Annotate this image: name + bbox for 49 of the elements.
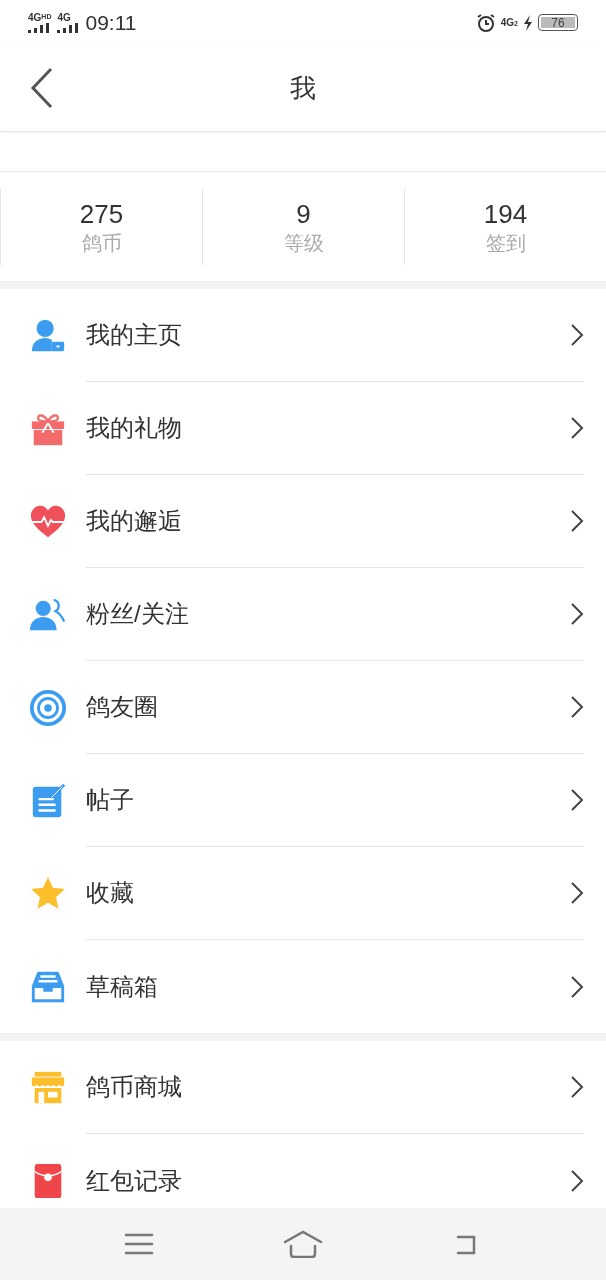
menu-item[interactable]: 我的主页 [0,289,606,382]
menu-label: 鸽币商城 [86,1072,183,1102]
menu-item[interactable]: 帖子 [0,754,606,847]
network-label: 4G [28,13,42,23]
menu-label: 我的主页 [86,320,183,350]
chevron-right-icon [570,602,584,626]
menu-label: 红包记录 [86,1165,183,1196]
menu-item[interactable]: 草稿箱 [0,940,606,1033]
chevron-right-icon [570,695,584,719]
stat-value: 275 [79,200,124,227]
menu-item[interactable]: 我的邂逅 [0,475,606,568]
stat-value: 9 [296,200,311,227]
stat-label: 等级 [283,232,324,253]
chevron-right-icon [570,323,584,347]
menu-label: 收藏 [86,878,135,908]
menu-label: 粉丝/关注 [86,599,190,629]
charging-bolt-icon [523,14,533,31]
menu-icon[interactable] [124,1232,155,1256]
chevron-right-icon [570,1075,584,1099]
menu-item[interactable]: 红包记录 [0,1134,606,1208]
signal-icon [57,23,80,33]
page-title: 我 [290,71,316,105]
chevron-right-icon [570,509,584,533]
target-icon [29,688,67,727]
menu-label: 草稿箱 [86,971,159,1002]
menu-item[interactable]: 鸽友圈 [0,661,606,754]
menu-item[interactable]: 粉丝/关注 [0,568,606,661]
home-icon[interactable] [283,1230,323,1258]
clock-time: 09:11 [85,12,137,33]
menu-label: 帖子 [86,785,135,815]
chevron-right-icon [570,974,584,999]
menu-item[interactable]: 鸽币商城 [0,1041,606,1134]
chevron-right-icon [570,881,584,905]
menu-label: 我的邂逅 [86,506,183,536]
data-network-label: 4G [500,17,515,28]
stat-value: 194 [483,200,528,227]
stat-label: 签到 [485,232,526,253]
signal-icon [28,23,50,33]
chevron-right-icon [570,788,584,812]
stat-label: 鸽币 [81,232,122,253]
menu-label: 鸽友圈 [86,692,159,722]
menu-item[interactable]: 我的礼物 [0,382,606,475]
chevron-right-icon [570,1168,584,1193]
battery-indicator: 76 [538,14,578,31]
menu-label: 我的礼物 [86,413,183,443]
menu-item[interactable]: 收藏 [0,847,606,940]
network-label: 4G [57,13,71,23]
alarm-clock-icon [475,12,496,33]
chevron-right-icon [570,416,584,440]
